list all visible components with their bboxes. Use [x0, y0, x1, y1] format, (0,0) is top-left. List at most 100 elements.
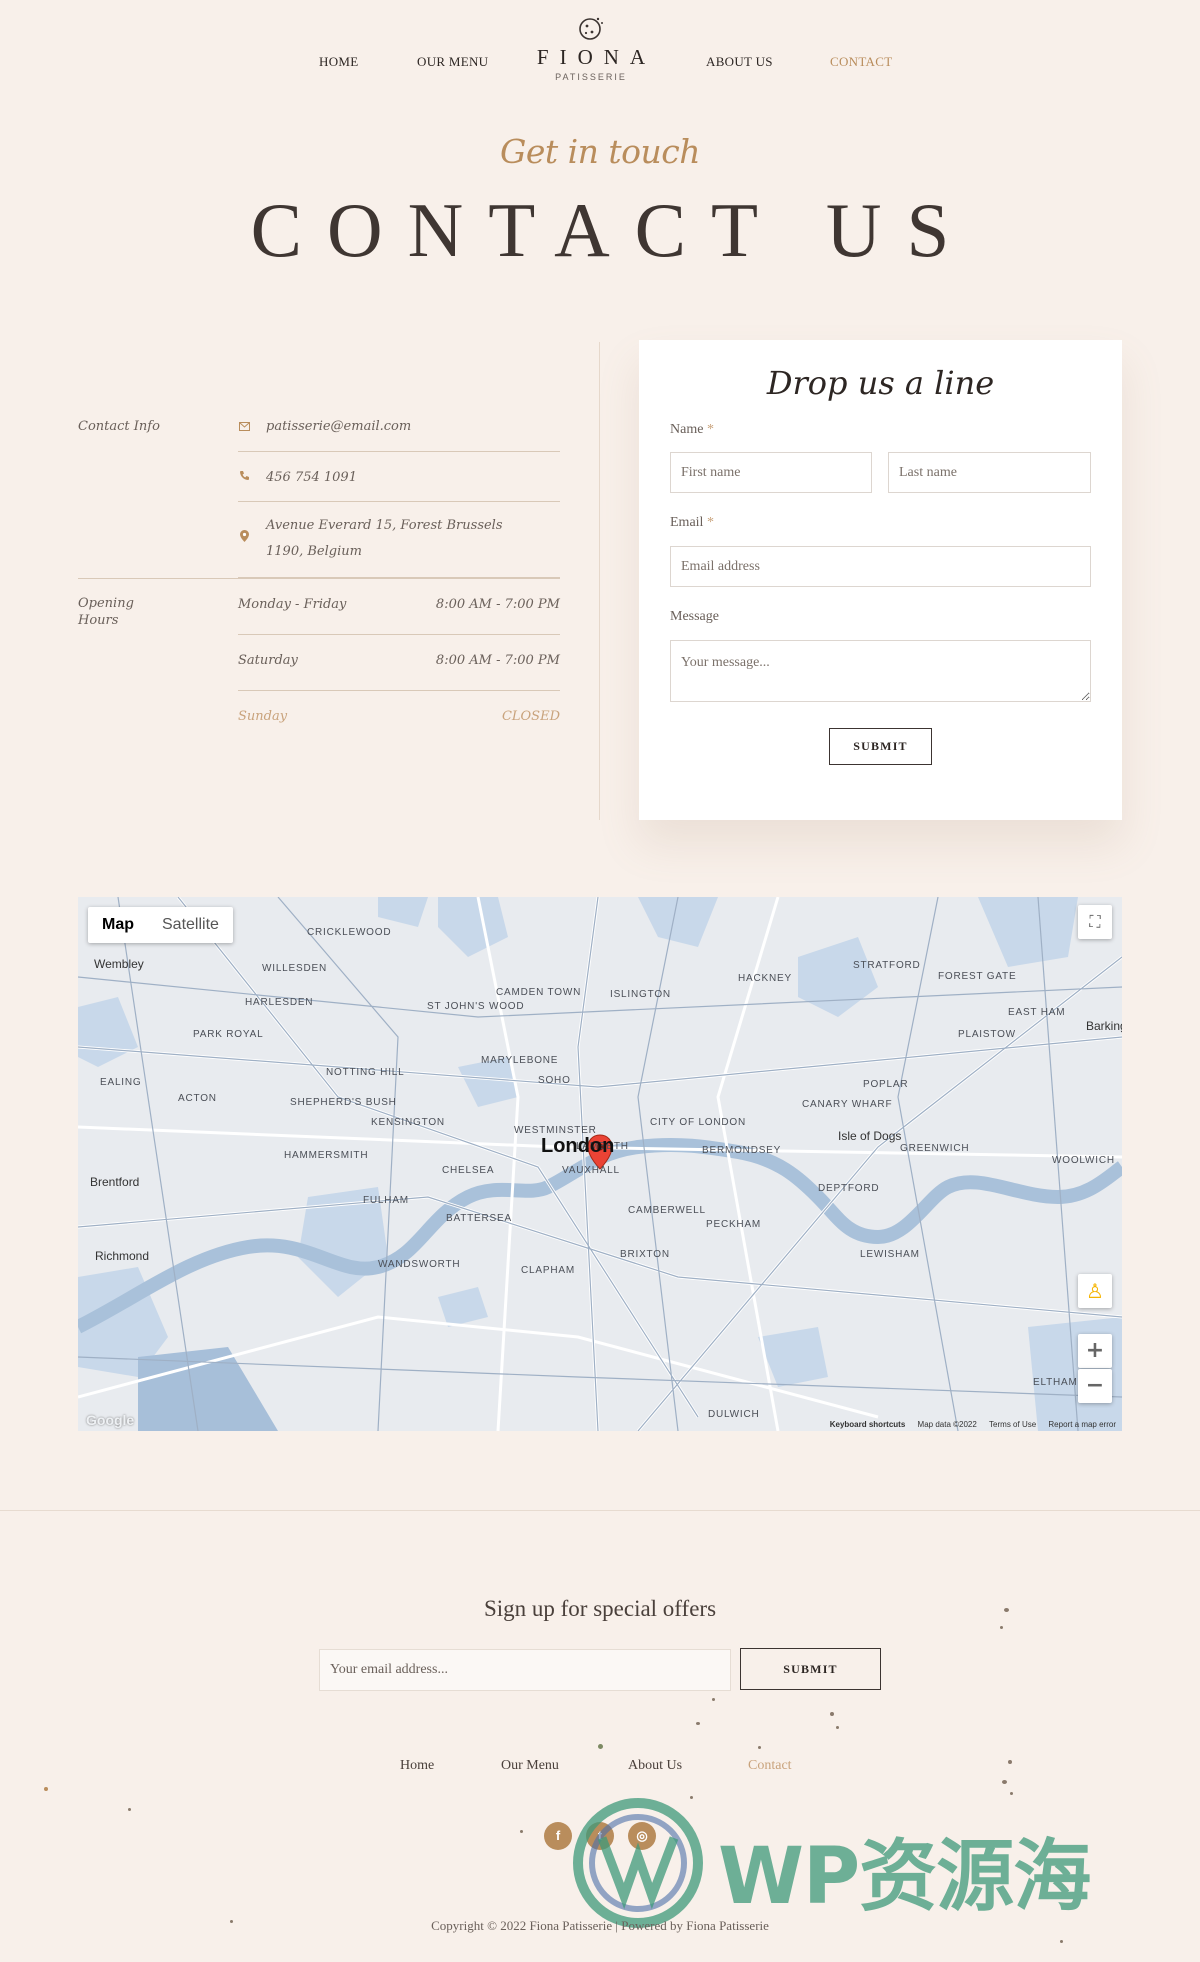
map-terms-link[interactable]: Terms of Use — [989, 1420, 1036, 1429]
map-pin-icon — [238, 530, 250, 546]
vertical-divider — [599, 342, 600, 820]
google-logo: Google — [86, 1412, 135, 1428]
nav-home[interactable]: HOME — [319, 54, 358, 70]
map-label: Isle of Dogs — [838, 1129, 902, 1143]
map-report-error-link[interactable]: Report a map error — [1048, 1420, 1116, 1429]
google-map[interactable]: Map Satellite ⛶ ♙ + − CRICKLEWOOD Wemble… — [78, 897, 1122, 1431]
map-label: EAST HAM — [1008, 1007, 1066, 1018]
map-label: LEWISHAM — [860, 1249, 920, 1260]
footer-divider — [0, 1510, 1200, 1511]
nav-contact[interactable]: CONTACT — [830, 54, 892, 70]
map-label: Richmond — [95, 1249, 150, 1263]
site-logo[interactable]: FIONA PATISSERIE — [520, 14, 662, 82]
first-name-input[interactable] — [670, 452, 872, 493]
map-label: Brentford — [90, 1175, 140, 1189]
form-title: Drop us a line — [766, 364, 995, 402]
map-label: HACKNEY — [738, 973, 792, 984]
hours-time: 8:00 AM - 7:00 PM — [435, 653, 560, 668]
map-label: CANARY WHARF — [802, 1099, 893, 1110]
map-label: CHELSEA — [442, 1165, 495, 1176]
map-label: DULWICH — [708, 1409, 760, 1420]
map-label: POPLAR — [863, 1079, 909, 1090]
map-attribution: Keyboard shortcuts Map data ©2022 Terms … — [820, 1420, 1116, 1429]
address-row: Avenue Everard 15, Forest Brussels 1190,… — [238, 503, 560, 578]
map-label: BATTERSEA — [446, 1213, 512, 1224]
map-label: KENSINGTON — [371, 1117, 445, 1128]
email-row: patisserie@email.com — [238, 414, 560, 452]
map-label: EALING — [100, 1077, 142, 1088]
hours-row-saturday: Saturday 8:00 AM - 7:00 PM — [238, 635, 560, 691]
hero-script-heading: Get in touch — [499, 132, 701, 171]
zoom-in-button[interactable]: + — [1078, 1334, 1112, 1368]
footer-link-about-us[interactable]: About Us — [628, 1758, 682, 1774]
map-type-control: Map Satellite — [88, 907, 233, 943]
map-label: ACTON — [178, 1093, 217, 1104]
map-label: DEPTFORD — [818, 1183, 880, 1194]
footer-link-home[interactable]: Home — [400, 1758, 434, 1774]
map-label: NOTTING HILL — [326, 1067, 405, 1078]
nav-our-menu[interactable]: OUR MENU — [417, 54, 488, 70]
map-label: FOREST GATE — [938, 971, 1017, 982]
fullscreen-icon[interactable]: ⛶ — [1078, 905, 1112, 939]
envelope-icon — [238, 420, 250, 435]
logo-subtitle: PATISSERIE — [555, 72, 627, 82]
map-label: CAMDEN TOWN — [496, 987, 582, 998]
street-view-pegman-icon[interactable]: ♙ — [1078, 1274, 1112, 1308]
contact-email[interactable]: patisserie@email.com — [266, 414, 411, 440]
newsletter-title: Sign up for special offers — [483, 1596, 717, 1621]
map-label: CLAPHAM — [521, 1265, 575, 1276]
map-label: WILLESDEN — [262, 963, 327, 974]
map-label: CITY OF LONDON — [650, 1117, 747, 1128]
newsletter-email-input[interactable] — [319, 1649, 731, 1691]
map-label: ST JOHN'S WOOD — [427, 1001, 525, 1012]
hours-time: 8:00 AM - 7:00 PM — [435, 597, 560, 612]
newsletter-submit-button[interactable]: SUBMIT — [740, 1648, 881, 1690]
wordpress-logo-icon — [573, 1798, 703, 1928]
hours-day: Monday - Friday — [238, 597, 347, 612]
hours-row-weekdays: Monday - Friday 8:00 AM - 7:00 PM — [238, 579, 560, 635]
page-title: CONTACT US — [250, 187, 975, 273]
opening-hours-label: Opening Hours — [78, 596, 134, 628]
hours-day: Sunday — [238, 709, 288, 724]
contact-info-label: Contact Info — [78, 419, 160, 434]
map-label: VAUXHALL — [562, 1165, 620, 1176]
zoom-out-button[interactable]: − — [1078, 1369, 1112, 1403]
map-city-label: London — [541, 1135, 615, 1157]
message-textarea[interactable] — [670, 640, 1091, 702]
map-label: WOOLWICH — [1052, 1155, 1115, 1166]
map-label: PARK ROYAL — [193, 1029, 264, 1040]
map-label: BRIXTON — [620, 1249, 670, 1260]
email-input[interactable] — [670, 546, 1091, 587]
cookie-logo-icon — [579, 17, 603, 40]
name-label: Name * — [670, 422, 714, 437]
phone-row: 456 754 1091 — [238, 453, 560, 502]
last-name-input[interactable] — [888, 452, 1091, 493]
map-label: STRATFORD — [853, 960, 921, 971]
contact-address: Avenue Everard 15, Forest Brussels 1190,… — [266, 518, 503, 559]
map-label: SOHO — [538, 1075, 571, 1086]
map-label: CAMBERWELL — [628, 1205, 706, 1216]
contact-form: Drop us a line Name * Email * Message SU… — [639, 340, 1122, 820]
map-label: ISLINGTON — [610, 989, 671, 1000]
message-label: Message — [670, 609, 719, 624]
map-label: WANDSWORTH — [378, 1259, 461, 1270]
map-label: Wembley — [94, 957, 144, 971]
nav-about-us[interactable]: ABOUT US — [706, 54, 773, 70]
logo-name: FIONA — [536, 45, 657, 69]
map-data-credit: Map data ©2022 — [917, 1420, 977, 1429]
map-label: HAMMERSMITH — [284, 1150, 369, 1161]
contact-phone[interactable]: 456 754 1091 — [266, 465, 357, 491]
map-label: BERMONDSEY — [702, 1145, 782, 1156]
map-label: SHEPHERD'S BUSH — [290, 1097, 397, 1108]
watermark: WP资源海 — [566, 1798, 1186, 1928]
hours-day: Saturday — [238, 653, 298, 668]
map-label: ELTHAM — [1033, 1377, 1078, 1388]
footer-link-contact[interactable]: Contact — [748, 1758, 792, 1774]
map-tab-map[interactable]: Map — [88, 907, 148, 943]
map-tab-satellite[interactable]: Satellite — [148, 907, 233, 943]
map-label: PLAISTOW — [958, 1029, 1016, 1040]
map-keyboard-shortcuts-link[interactable]: Keyboard shortcuts — [830, 1420, 906, 1429]
map-label: PECKHAM — [706, 1219, 762, 1230]
footer-link-our-menu[interactable]: Our Menu — [501, 1758, 559, 1774]
submit-button[interactable]: SUBMIT — [829, 728, 932, 765]
